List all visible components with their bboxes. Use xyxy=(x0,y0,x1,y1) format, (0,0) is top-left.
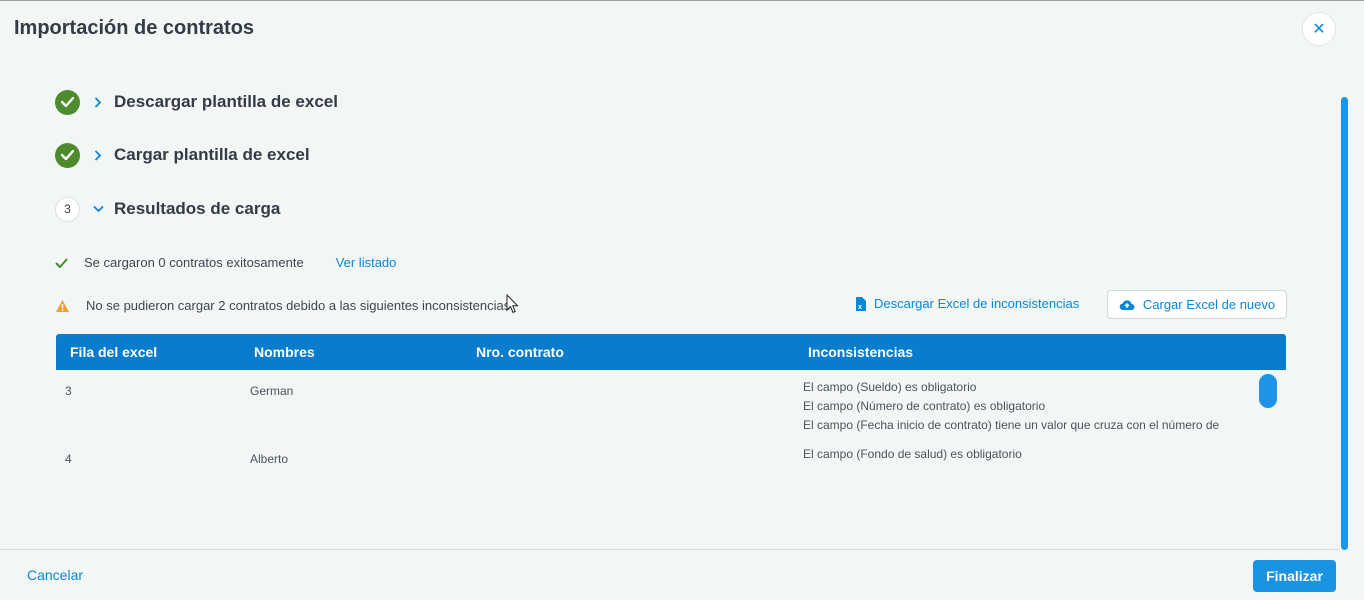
mouse-cursor-icon xyxy=(506,293,520,319)
check-circle-icon xyxy=(55,142,80,168)
column-header: Nombres xyxy=(254,344,315,360)
step-label: Descargar plantilla de excel xyxy=(114,92,338,111)
cell-inconsistencias: El campo (Fondo de salud) es obligatorio xyxy=(803,445,1022,464)
reload-button-label: Cargar Excel de nuevo xyxy=(1142,297,1276,312)
close-icon: ✕ xyxy=(1312,21,1326,38)
download-inconsistencies-link[interactable]: x Descargar Excel de inconsistencias xyxy=(855,296,1079,311)
column-header: Inconsistencias xyxy=(808,344,914,360)
scrollbar[interactable] xyxy=(1341,97,1348,550)
warning-icon xyxy=(55,299,70,313)
column-header: Fila del excel xyxy=(70,344,158,360)
table-scrollbar[interactable] xyxy=(1259,374,1277,408)
close-button[interactable]: ✕ xyxy=(1302,12,1336,46)
cloud-upload-icon xyxy=(1119,299,1135,311)
svg-text:x: x xyxy=(858,304,862,311)
warning-text: No se pudieron cargar 2 contratos debido… xyxy=(86,298,514,313)
check-icon xyxy=(55,257,69,268)
view-list-link[interactable]: Ver listado xyxy=(336,255,397,270)
step-number: 3 xyxy=(55,196,80,222)
step-label: Cargar plantilla de excel xyxy=(114,145,310,164)
chevron-right-icon xyxy=(92,96,104,108)
inconsistency-item: El campo (Fondo de salud) es obligatorio xyxy=(803,447,1022,461)
cell-nombres: Alberto xyxy=(250,452,289,466)
download-link-label: Descargar Excel de inconsistencias xyxy=(874,296,1080,311)
inconsistency-item: El campo (Sueldo) es obligatorio xyxy=(803,380,977,394)
cancel-button[interactable]: Cancelar xyxy=(27,567,83,583)
top-border xyxy=(0,0,1364,1)
finish-button[interactable]: Finalizar xyxy=(1253,560,1336,592)
warning-message: No se pudieron cargar 2 contratos debido… xyxy=(55,298,514,313)
cell-nombres: German xyxy=(250,384,294,398)
inconsistency-item: El campo (Número de contrato) es obligat… xyxy=(803,399,1046,413)
success-message: Se cargaron 0 contratos exitosamente Ver… xyxy=(55,255,396,270)
success-text: Se cargaron 0 contratos exitosamente xyxy=(84,255,304,270)
reload-excel-button[interactable]: Cargar Excel de nuevo xyxy=(1107,290,1287,319)
step-download-template[interactable]: Descargar plantilla de excel xyxy=(55,89,338,115)
column-header: Nro. contrato xyxy=(476,344,564,360)
chevron-right-icon xyxy=(92,149,104,161)
dialog-title: Importación de contratos xyxy=(14,17,255,39)
step-results[interactable]: 3 Resultados de carga xyxy=(55,196,280,222)
cell-fila: 4 xyxy=(65,452,72,466)
cell-fila: 3 xyxy=(65,384,72,398)
chevron-down-icon xyxy=(92,203,104,215)
step-upload-template[interactable]: Cargar plantilla de excel xyxy=(55,142,310,168)
step-label: Resultados de carga xyxy=(114,199,281,218)
footer-divider xyxy=(0,549,1340,550)
excel-file-icon: x xyxy=(855,296,866,311)
table-header: Fila del excel Nombres Nro. contrato Inc… xyxy=(56,334,1286,370)
inconsistency-item: El campo (Fecha inicio de contrato) tien… xyxy=(803,418,1220,432)
check-circle-icon xyxy=(55,89,80,115)
cell-inconsistencias: El campo (Sueldo) es obligatorio El camp… xyxy=(803,378,1219,435)
